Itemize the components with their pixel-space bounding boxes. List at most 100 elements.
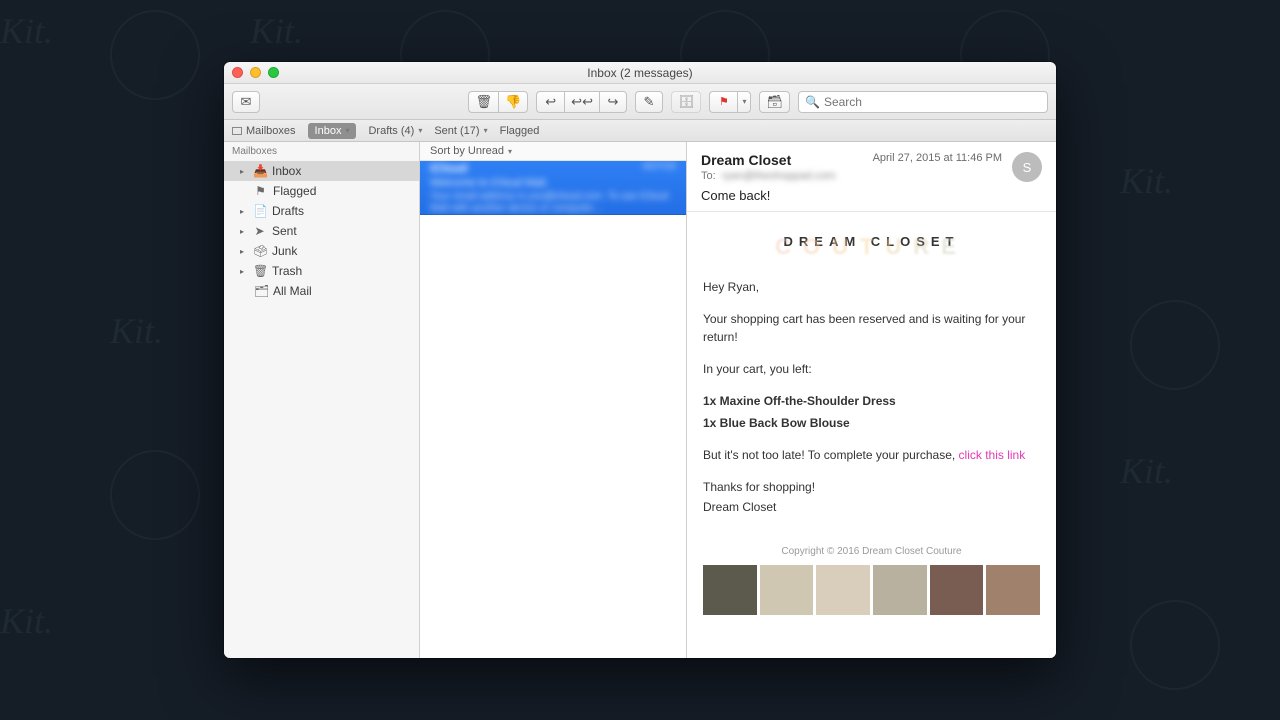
sidebar-item-label: Drafts — [272, 204, 304, 218]
body-reserved: Your shopping cart has been reserved and… — [703, 310, 1040, 346]
sidebar-toggle-icon — [232, 127, 242, 135]
message-list: Sort by Unread ▾ iCloud 4/27/15 Welcome … — [420, 142, 687, 658]
chevron-down-icon: ▾ — [508, 147, 512, 156]
message-date: April 27, 2015 at 11:46 PM — [873, 152, 1002, 164]
sort-bar[interactable]: Sort by Unread ▾ — [420, 142, 686, 161]
thumb-down-icon: 👎 — [505, 94, 521, 110]
message-row-selected[interactable]: iCloud 4/27/15 Welcome to iCloud Mail. Y… — [420, 161, 686, 215]
message-body: DREAM CLOSET Hey Ryan, Your shopping car… — [687, 212, 1056, 629]
titlebar: Inbox (2 messages) — [224, 62, 1056, 84]
email-copyright: Copyright © 2016 Dream Closet Couture — [703, 544, 1040, 559]
mailbox-sidebar: Mailboxes ▸ 📥 Inbox ⚑ Flagged ▸ 📄 Drafts… — [224, 142, 420, 658]
fav-sent[interactable]: Sent (17) ▾ — [434, 125, 487, 137]
chevron-down-icon: ▾ — [345, 126, 349, 135]
msg-date: 4/27/15 — [643, 161, 676, 175]
sidebar-item-trash[interactable]: ▸ 🗑 Trash — [224, 261, 419, 281]
reply-all-icon: ↩↩ — [571, 94, 593, 110]
search-icon: 🔍 — [805, 95, 820, 109]
body-thanks: Thanks for shopping! — [703, 478, 1040, 496]
brand-logo: DREAM CLOSET — [703, 232, 1040, 252]
search-field[interactable]: 🔍 — [798, 91, 1048, 113]
folder-icon: 🗃 — [766, 94, 783, 110]
disclosure-triangle-icon[interactable]: ▸ — [240, 167, 247, 176]
archive-button[interactable]: 🗄 — [671, 91, 702, 113]
thumb[interactable] — [703, 565, 757, 615]
minimize-window-button[interactable] — [250, 67, 261, 78]
sent-icon: ➤ — [253, 224, 266, 238]
get-mail-button[interactable]: ✉ — [232, 91, 260, 113]
reply-button[interactable]: ↩ — [536, 91, 564, 113]
msg-subject: Welcome to iCloud Mail. — [430, 177, 676, 189]
sidebar-item-flagged[interactable]: ⚑ Flagged — [224, 181, 419, 201]
compose-button[interactable]: ✎ — [635, 91, 663, 113]
favorites-bar: Mailboxes Inbox▾ Drafts (4) ▾ Sent (17) … — [224, 120, 1056, 142]
flag-icon: ⚑ — [719, 95, 729, 108]
drafts-icon: 📄 — [253, 204, 266, 218]
forward-button[interactable]: ↪ — [599, 91, 627, 113]
envelope-icon: ✉ — [241, 94, 252, 110]
cta-prefix: But it's not too late! To complete your … — [703, 448, 959, 462]
sidebar-item-label: Trash — [272, 264, 302, 278]
message-to: To: ryan@theshoppad.com — [701, 170, 836, 182]
sidebar-item-label: Inbox — [272, 164, 301, 178]
delete-button[interactable]: 🗑 — [468, 91, 498, 113]
message-from: Dream Closet — [701, 152, 836, 168]
mailboxes-toggle[interactable]: Mailboxes — [232, 125, 296, 137]
flag-menu-button[interactable]: ▾ — [737, 91, 751, 113]
zoom-window-button[interactable] — [268, 67, 279, 78]
body-left: In your cart, you left: — [703, 360, 1040, 378]
flag-button[interactable]: ⚑ — [709, 91, 737, 113]
disclosure-triangle-icon[interactable]: ▸ — [240, 227, 247, 236]
sidebar-item-sent[interactable]: ▸ ➤ Sent — [224, 221, 419, 241]
allmail-icon: 🗂 — [254, 284, 267, 298]
disclosure-triangle-icon[interactable]: ▸ — [240, 247, 247, 256]
thumb[interactable] — [816, 565, 870, 615]
sidebar-item-label: Flagged — [273, 184, 316, 198]
mail-window: Inbox (2 messages) ✉ 🗑 👎 ↩ ↩↩ ↪ ✎ 🗄 ⚑ ▾ … — [224, 62, 1056, 658]
reply-all-button[interactable]: ↩↩ — [564, 91, 599, 113]
junk-icon: 🗳 — [253, 244, 266, 258]
thumb[interactable] — [760, 565, 814, 615]
chevron-down-icon: ▾ — [484, 126, 488, 135]
trash-icon: 🗑 — [475, 94, 492, 110]
search-input[interactable] — [824, 95, 1041, 109]
fav-inbox[interactable]: Inbox▾ — [308, 123, 357, 139]
sidebar-item-drafts[interactable]: ▸ 📄 Drafts — [224, 201, 419, 221]
body-cta: But it's not too late! To complete your … — [703, 446, 1040, 464]
chevron-down-icon: ▾ — [742, 97, 746, 106]
disclosure-triangle-icon[interactable]: ▸ — [240, 267, 247, 276]
cta-link[interactable]: click this link — [959, 448, 1026, 462]
message-content: Dream Closet To: ryan@theshoppad.com Apr… — [687, 142, 1056, 658]
flag-icon: ⚑ — [254, 184, 267, 198]
thumb[interactable] — [930, 565, 984, 615]
sidebar-item-label: Junk — [272, 244, 297, 258]
sender-avatar: S — [1012, 152, 1042, 182]
sidebar-item-inbox[interactable]: ▸ 📥 Inbox — [224, 161, 419, 181]
thumb[interactable] — [986, 565, 1040, 615]
reply-icon: ↩ — [545, 94, 556, 110]
sidebar-item-allmail[interactable]: 🗂 All Mail — [224, 281, 419, 301]
fav-drafts[interactable]: Drafts (4) ▾ — [368, 125, 422, 137]
trash-icon: 🗑 — [253, 264, 266, 278]
product-thumbnails — [703, 565, 1040, 615]
sidebar-item-label: All Mail — [273, 284, 312, 298]
archive-icon: 🗄 — [678, 94, 695, 110]
body-item-1: 1x Maxine Off-the-Shoulder Dress — [703, 394, 896, 408]
compose-icon: ✎ — [644, 94, 655, 110]
message-subject: Come back! — [701, 188, 1042, 203]
sidebar-item-junk[interactable]: ▸ 🗳 Junk — [224, 241, 419, 261]
fav-flagged[interactable]: Flagged — [500, 125, 540, 137]
move-to-button[interactable]: 🗃 — [759, 91, 790, 113]
msg-sender: iCloud — [430, 161, 467, 175]
junk-button[interactable]: 👎 — [498, 91, 528, 113]
to-address: ryan@theshoppad.com — [722, 170, 836, 182]
close-window-button[interactable] — [232, 67, 243, 78]
body-greeting: Hey Ryan, — [703, 278, 1040, 296]
message-header: Dream Closet To: ryan@theshoppad.com Apr… — [687, 142, 1056, 212]
toolbar: ✉ 🗑 👎 ↩ ↩↩ ↪ ✎ 🗄 ⚑ ▾ 🗃 🔍 — [224, 84, 1056, 120]
disclosure-triangle-icon[interactable]: ▸ — [240, 207, 247, 216]
sidebar-item-label: Sent — [272, 224, 297, 238]
forward-icon: ↪ — [608, 94, 619, 110]
chevron-down-icon: ▾ — [418, 126, 422, 135]
thumb[interactable] — [873, 565, 927, 615]
